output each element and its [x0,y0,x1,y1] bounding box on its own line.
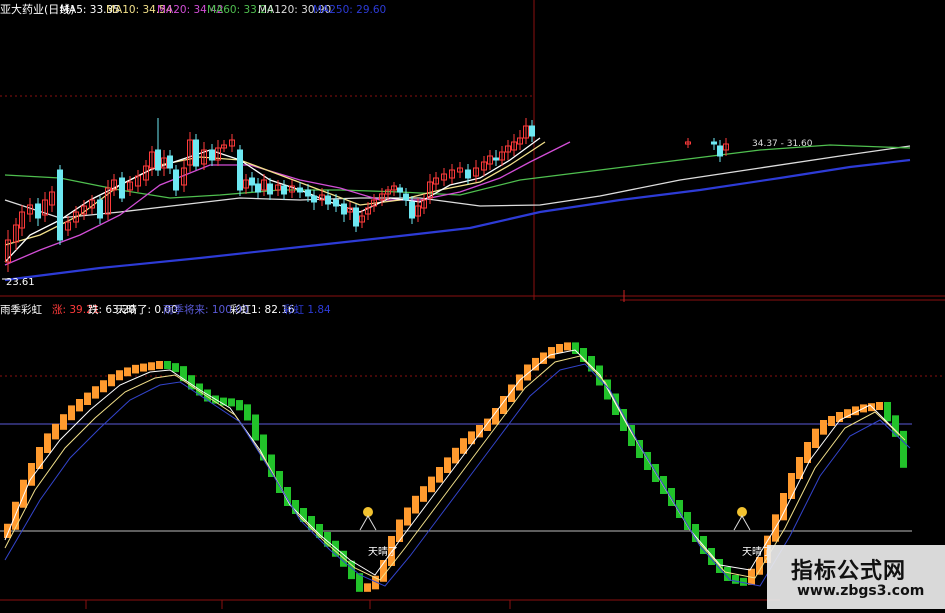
rise-bar [404,507,411,526]
candle-down [529,125,535,137]
candle-down [255,183,261,193]
candle-down [97,199,103,219]
rise-bar [68,405,75,421]
rise-bar [36,447,43,469]
ma5-line [4,137,541,263]
candle-down [465,169,471,179]
labels: 亚大药业(日线) MA5: 33.35 MA10: 34.54 MA20: 34… [0,2,813,558]
moving-average-lines [4,137,911,282]
candle-down [403,193,409,201]
rise-bar [452,447,459,464]
rise-bar [412,495,419,514]
rise-bar [60,414,67,430]
signal-pointer [733,514,751,531]
fall-bar [244,404,251,421]
candle-down [193,139,199,167]
indicator-rainbow-label: 彩虹 1.84 [283,304,331,316]
rise-bar [516,374,523,391]
rise-bar [20,479,27,508]
chart-area[interactable]: 亚大药业(日线) MA5: 33.35 MA10: 34.54 MA20: 34… [0,0,945,609]
rise-bar [100,380,107,393]
indicator-name: 雨季彩虹 [0,304,42,316]
candle-down [281,185,287,195]
candle-down [35,203,41,219]
candle-down [311,195,317,203]
rise-bar [828,416,835,426]
stock-chart-svg[interactable]: 亚大药业(日线) MA5: 33.35 MA10: 34.54 MA20: 34… [0,0,945,609]
rise-bar [436,467,443,483]
candle-down [333,199,339,207]
candle-down [493,157,499,161]
rise-bar [84,392,91,405]
rise-bar [876,402,883,410]
rise-bar [468,431,475,445]
candle-down [409,201,415,219]
low-price-label: 23.61 [6,277,35,288]
signal-pointer [359,514,377,531]
candle-down [57,169,63,241]
fall-bar [228,398,235,407]
rise-bar [132,364,139,374]
candlesticks [5,118,729,272]
rise-bar [548,347,555,359]
watermark-title: 指标公式网 [791,559,907,584]
rise-bar [396,519,403,542]
fall-bar [596,365,603,386]
candle-down [249,177,255,186]
rise-bar [444,457,451,473]
candle-down [167,155,173,169]
rise-bar [820,420,827,435]
candle-down [397,187,403,193]
fall-bar [252,414,259,441]
rise-bar [156,361,163,369]
rise-bar [116,370,123,381]
rise-bar [524,364,531,381]
candle-down [267,183,273,195]
candle-down [297,187,303,193]
price-range-annotation: 34.37 - 31.60 [752,139,813,149]
rise-bar [564,342,571,351]
rise-bar [124,367,131,377]
candle-down [717,145,723,157]
sunny-signal-text: 天晴了 [368,545,398,558]
watermark-url: www.zbgs3.com [797,583,925,599]
rise-bar [44,433,51,453]
candle-down [119,177,125,199]
rise-bar [508,384,515,402]
rise-bar [92,386,99,399]
rise-bar [4,523,11,538]
candle-down [173,169,179,191]
rise-bar [140,363,147,372]
candle-down [305,189,311,197]
rise-bar [364,583,371,592]
candle-down [353,207,359,227]
candle-down [325,195,331,205]
rise-bar [52,423,59,440]
rise-bar [556,344,563,354]
rise-bar [428,476,435,493]
ma250-label: MA250: 29.60 [313,4,386,16]
rise-bar [148,362,155,371]
rise-bar [420,486,427,502]
candle-down [711,141,717,145]
rise-bar [108,374,115,387]
candle-down [341,203,347,215]
fall-bar [884,402,891,422]
watermark: 指标公式网 www.zbgs3.com [767,545,945,609]
fall-bar [236,400,243,411]
rise-bar [76,399,83,412]
candle-down [237,149,243,191]
fall-bar [732,575,739,584]
candle-down [155,149,161,171]
rise-bar [780,493,787,521]
rise-bar [812,428,819,448]
fall-bar [172,363,179,373]
candle-down [209,149,215,161]
rise-bar [788,473,795,499]
fall-bar [164,361,171,370]
